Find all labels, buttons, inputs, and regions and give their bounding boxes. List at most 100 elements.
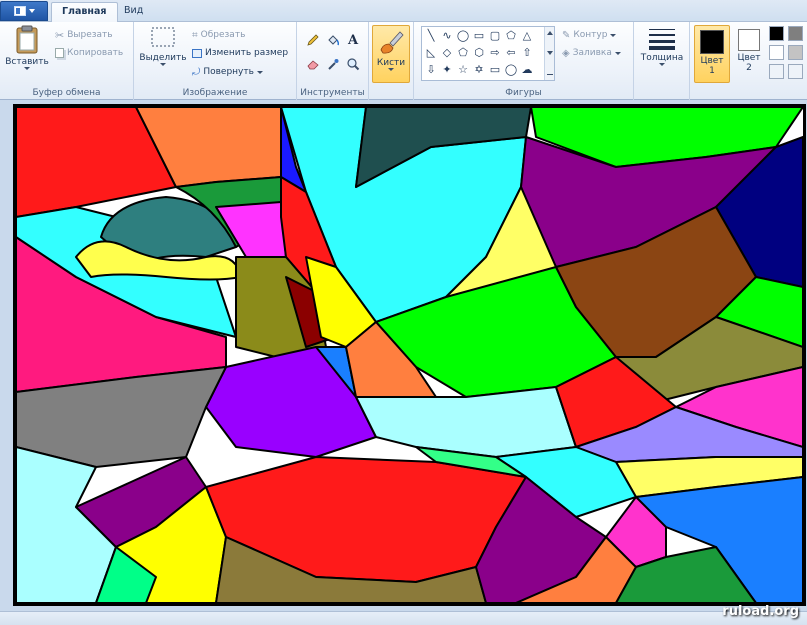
cloud-callout-shape-icon[interactable]: ☁ (520, 62, 534, 76)
shapes-gallery: ╲ ∿ ◯ ▭ ▢ ⬠ △ ◺ ◇ ⬠ ⬡ ⇨ ⇦ ⇧ ⇩ ✦ ☆ ✡ ▭ ◯ … (421, 26, 555, 81)
rounded-rectangle-shape-icon[interactable]: ▢ (488, 28, 502, 42)
rounded-callout-shape-icon[interactable]: ▭ (488, 62, 502, 76)
arrow-left-shape-icon[interactable]: ⇦ (504, 45, 518, 59)
brushes-label: Кисти (376, 58, 406, 68)
magnifier-icon (347, 58, 360, 71)
text-a-icon: A (347, 32, 359, 48)
image-group-label: Изображение (182, 88, 248, 98)
line-shape-icon[interactable]: ╲ (424, 28, 438, 42)
clipboard-group: Вставить ✂ Вырезать Копировать Буфер обм… (0, 22, 134, 100)
color2-label: Цвет 2 (737, 53, 761, 73)
chevron-down-icon (610, 33, 617, 37)
palette-swatch-white[interactable] (769, 45, 784, 60)
rotate-label: Повернуть (203, 67, 254, 77)
paste-label: Вставить (5, 57, 49, 67)
drawing-canvas[interactable] (13, 104, 806, 606)
rectangle-shape-icon[interactable]: ▭ (472, 28, 486, 42)
resize-icon (192, 48, 202, 58)
eyedropper-icon (328, 59, 339, 70)
crop-button[interactable]: ⌗ Обрезать (192, 28, 245, 42)
arrow-down-shape-icon[interactable]: ⇩ (424, 62, 438, 76)
four-point-star-shape-icon[interactable]: ✦ (440, 62, 454, 76)
five-point-star-shape-icon[interactable]: ☆ (456, 62, 470, 76)
tab-view[interactable]: Вид (114, 2, 153, 22)
fill-button[interactable]: ◈ Заливка (562, 46, 621, 60)
crop-label: Обрезать (200, 30, 246, 40)
copy-label: Копировать (67, 48, 124, 58)
chevron-up-icon (547, 31, 553, 35)
select-button[interactable]: Выделить (138, 25, 188, 66)
paste-button[interactable]: Вставить (5, 25, 49, 70)
eraser-tool[interactable] (305, 56, 321, 72)
polygon-shape-icon[interactable]: ⬠ (504, 28, 518, 42)
watermark: ruload.org (722, 604, 799, 619)
magnifier-tool[interactable] (345, 56, 361, 72)
size-group: Толщина (634, 22, 690, 100)
outline-icon: ✎ (562, 29, 571, 41)
chevron-down-icon (24, 67, 30, 70)
palette-swatch-light-gray[interactable] (788, 45, 803, 60)
ribbon-tab-bar: Главная Вид (0, 0, 807, 23)
oval-callout-shape-icon[interactable]: ◯ (504, 62, 518, 76)
copy-button[interactable]: Копировать (55, 46, 123, 60)
resize-button[interactable]: Изменить размер (192, 46, 288, 60)
brush-icon (380, 31, 404, 54)
clipboard-group-label: Буфер обмена (32, 88, 101, 98)
diamond-shape-icon[interactable]: ◇ (440, 45, 454, 59)
abstract-painting (16, 107, 803, 603)
pentagon-shape-icon[interactable]: ⬠ (456, 45, 470, 59)
right-triangle-shape-icon[interactable]: ◺ (424, 45, 438, 59)
chevron-down-icon (547, 51, 553, 55)
cut-label: Вырезать (67, 30, 113, 40)
tools-group-label: Инструменты (300, 88, 365, 98)
palette-swatch-empty[interactable] (788, 64, 803, 79)
chevron-down-icon (160, 63, 166, 66)
line-thickness-icon (649, 29, 675, 50)
cut-button[interactable]: ✂ Вырезать (55, 28, 113, 42)
shapes-group-label: Фигуры (505, 88, 542, 98)
outline-button[interactable]: ✎ Контур (562, 28, 617, 42)
palette-swatch-empty[interactable] (769, 64, 784, 79)
chevron-down-icon (659, 63, 665, 66)
hexagon-shape-icon[interactable]: ⬡ (472, 45, 486, 59)
size-label: Толщина (640, 53, 684, 63)
six-point-star-shape-icon[interactable]: ✡ (472, 62, 486, 76)
tab-home[interactable]: Главная (51, 2, 118, 23)
select-icon (151, 27, 175, 47)
crop-icon: ⌗ (192, 29, 198, 41)
eraser-icon (307, 60, 319, 70)
arrow-right-shape-icon[interactable]: ⇨ (488, 45, 502, 59)
arrow-up-shape-icon[interactable]: ⇧ (520, 45, 534, 59)
scissors-icon: ✂ (55, 28, 65, 42)
chevron-down-icon (256, 70, 263, 74)
fill-tool[interactable] (325, 32, 341, 48)
curve-shape-icon[interactable]: ∿ (440, 28, 454, 42)
status-bar (0, 611, 807, 625)
colors-group: Цвет 1 Цвет 2 (690, 22, 807, 100)
rotate-button[interactable]: ⤾ Повернуть (192, 65, 263, 79)
paint-menu-button[interactable] (0, 1, 48, 21)
rotate-icon: ⤾ (192, 66, 201, 78)
shapes-gallery-scrollbar[interactable] (544, 27, 554, 80)
oval-shape-icon[interactable]: ◯ (456, 28, 470, 42)
palette-swatch-black[interactable] (769, 26, 784, 41)
palette-swatch-gray[interactable] (788, 26, 803, 41)
color2-button[interactable]: Цвет 2 (734, 25, 764, 83)
select-label: Выделить (139, 53, 187, 63)
brushes-group: Кисти (369, 22, 414, 100)
pencil-tool[interactable] (305, 32, 321, 48)
chevron-down-icon (614, 51, 621, 55)
ribbon: Вставить ✂ Вырезать Копировать Буфер обм… (0, 22, 807, 100)
color1-button[interactable]: Цвет 1 (694, 25, 730, 83)
color-picker-tool[interactable] (325, 56, 341, 72)
color1-swatch (700, 30, 724, 54)
triangle-shape-icon[interactable]: △ (520, 28, 534, 42)
resize-label: Изменить размер (205, 48, 289, 58)
copy-icon (55, 48, 64, 58)
brushes-button[interactable]: Кисти (372, 25, 410, 83)
paint-bucket-icon (328, 35, 340, 46)
text-tool[interactable]: A (345, 32, 361, 48)
size-button[interactable]: Толщина (638, 25, 686, 66)
tools-group: A Инструменты (297, 22, 369, 100)
image-group: Выделить ⌗ Обрезать Изменить размер ⤾ По… (134, 22, 297, 100)
